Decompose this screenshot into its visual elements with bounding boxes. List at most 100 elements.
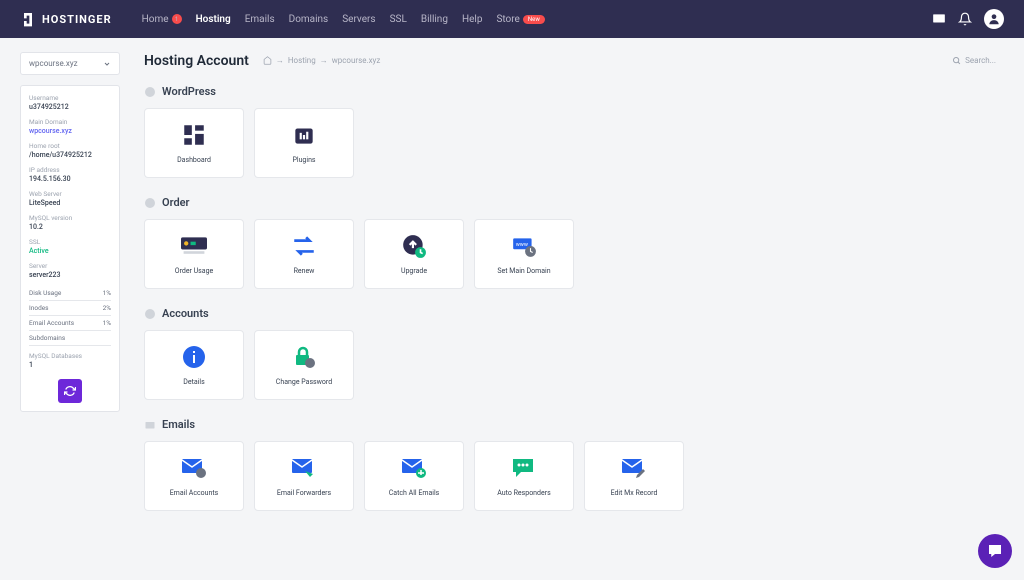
dbs-value: 1 [29,361,111,369]
order-title: Order [162,196,190,209]
brand-logo[interactable]: HOSTINGER [20,11,112,27]
ip-value: 194.5.156.30 [29,175,111,183]
dropdown-label: wpcourse.xyz [29,59,78,68]
svg-text:www: www [516,242,528,248]
card-plugins[interactable]: Plugins [254,108,354,178]
emails-section-icon [144,419,156,431]
catch-icon [401,457,427,479]
details-icon [182,345,206,369]
card-auto-responders-label: Auto Responders [497,489,550,497]
webserver-label: Web Server [29,190,111,198]
nav-help[interactable]: Help [462,14,482,25]
homeroot-value: /home/u374925212 [29,151,111,159]
card-change-password-label: Change Password [276,378,332,386]
renew-icon [291,233,317,259]
username-value: u374925212 [29,103,111,111]
ip-label: IP address [29,166,111,174]
nav-store[interactable]: StoreNew [496,14,544,25]
nav-hosting[interactable]: Hosting [196,14,231,25]
nav-servers[interactable]: Servers [342,14,375,25]
upgrade-icon [401,233,427,259]
bell-icon[interactable] [958,12,972,26]
crumb-domain: wpcourse.xyz [332,56,381,65]
home-icon[interactable] [263,56,272,65]
card-catch-all[interactable]: Catch All Emails [364,441,464,511]
chevron-down-icon [103,60,111,68]
card-details-label: Details [183,378,204,386]
chat-icon [511,457,537,479]
edit-mx-icon [621,457,647,479]
search-placeholder: Search... [965,56,996,65]
nav-home[interactable]: Home1 [142,14,182,25]
top-nav: HOSTINGER Home1 Hosting Emails Domains S… [0,0,1024,38]
card-renew-label: Renew [294,267,315,275]
card-renew[interactable]: Renew [254,219,354,289]
wordpress-icon [144,86,156,98]
inodes-value: 2% [103,304,111,312]
card-email-accounts[interactable]: Email Accounts [144,441,244,511]
email-icon [181,457,207,479]
accounts-title: Accounts [162,307,209,320]
server-label: Server [29,262,111,270]
card-edit-mx[interactable]: Edit Mx Record [584,441,684,511]
info-icon [144,308,156,320]
disk-usage-value: 1% [103,289,111,297]
card-email-forwarders[interactable]: Email Forwarders [254,441,354,511]
card-upgrade[interactable]: Upgrade [364,219,464,289]
nav-domains[interactable]: Domains [289,14,329,25]
section-wordpress: WordPress Dashboard Plugins [144,85,1004,178]
maindomain-value[interactable]: wpcourse.xyz [29,127,111,135]
breadcrumb: → Hosting → wpcourse.xyz [263,56,380,65]
chat-widget-icon [986,542,1004,560]
nav-billing[interactable]: Billing [421,14,448,25]
chat-widget[interactable] [978,534,1012,568]
card-change-password[interactable]: Change Password [254,330,354,400]
new-badge: New [523,15,545,24]
wordpress-title: WordPress [162,85,216,98]
email-acct-value: 1% [103,319,111,327]
refresh-button[interactable] [58,379,82,403]
sidebar: wpcourse.xyz Usernameu374925212 Main Dom… [20,52,120,529]
disk-usage-label: Disk Usage [29,289,61,297]
card-dashboard[interactable]: Dashboard [144,108,244,178]
nav-items: Home1 Hosting Emails Domains Servers SSL… [142,14,932,25]
info-icon [144,197,156,209]
emails-title: Emails [162,418,195,431]
brand-text: HOSTINGER [42,13,112,26]
homeroot-label: Home root [29,142,111,150]
card-auto-responders[interactable]: Auto Responders [474,441,574,511]
search-icon [952,56,961,65]
subdomains-label: Subdomains [29,334,65,342]
card-set-main-domain-label: Set Main Domain [497,267,550,275]
card-email-accounts-label: Email Accounts [170,489,219,497]
card-order-usage[interactable]: Order Usage [144,219,244,289]
avatar[interactable] [984,9,1004,29]
nav-ssl[interactable]: SSL [390,14,407,25]
dashboard-icon [181,122,207,148]
flag-icon[interactable] [932,12,946,26]
card-dashboard-label: Dashboard [177,156,211,164]
mysql-label: MySQL version [29,214,111,222]
main-content: Hosting Account → Hosting → wpcourse.xyz… [144,52,1004,529]
username-label: Username [29,94,111,102]
page-header: Hosting Account → Hosting → wpcourse.xyz… [144,52,1004,69]
page-title: Hosting Account [144,53,249,69]
domain-dropdown[interactable]: wpcourse.xyz [20,52,120,75]
webserver-value: LiteSpeed [29,199,111,207]
card-details[interactable]: Details [144,330,244,400]
maindomain-label: Main Domain [29,118,111,126]
lock-icon [292,345,316,369]
search-input[interactable]: Search... [944,52,1004,69]
inodes-label: Inodes [29,304,49,312]
forward-icon [291,457,317,479]
section-accounts: Accounts Details Change Password [144,307,1004,400]
refresh-icon [64,385,76,397]
nav-right [932,9,1004,29]
card-set-main-domain[interactable]: www Set Main Domain [474,219,574,289]
mysql-value: 10.2 [29,223,111,231]
section-emails: Emails Email Accounts Email Forwarders C… [144,418,1004,511]
crumb-hosting[interactable]: Hosting [288,56,316,65]
info-panel: Usernameu374925212 Main Domainwpcourse.x… [20,85,120,412]
nav-emails[interactable]: Emails [245,14,275,25]
domain-icon: www [511,233,537,259]
